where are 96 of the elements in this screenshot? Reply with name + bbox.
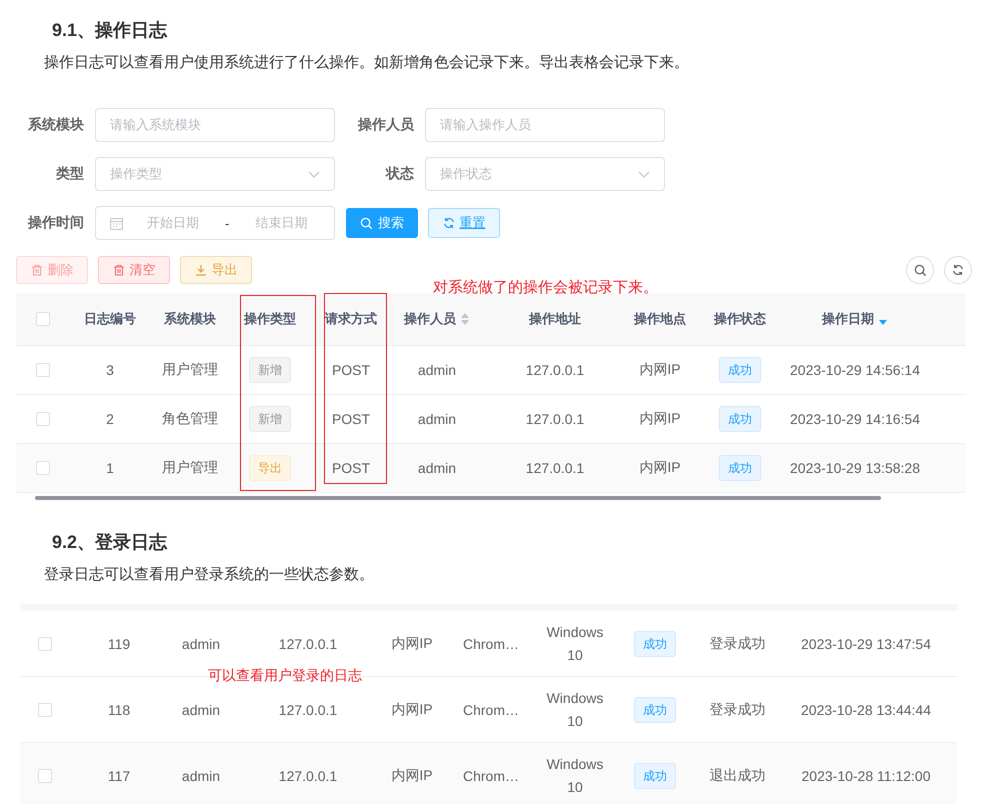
row-checkbox[interactable] bbox=[38, 768, 52, 782]
table-cell: 118 bbox=[108, 702, 130, 718]
status-tag: 成功 bbox=[719, 357, 761, 383]
table-cell: 2023-10-29 14:16:54 bbox=[790, 411, 920, 427]
table-cell: admin bbox=[418, 460, 456, 476]
type-tag: 导出 bbox=[249, 455, 291, 481]
column-header[interactable]: 操作地点 bbox=[628, 310, 692, 328]
table-cell: POST bbox=[332, 460, 370, 476]
search-button[interactable] bbox=[906, 256, 934, 284]
table-cell: 2023-10-28 13:44:44 bbox=[801, 702, 931, 718]
trash-icon bbox=[112, 264, 124, 276]
table-cell-text: Windows 10 bbox=[546, 688, 604, 730]
search-icon bbox=[360, 216, 373, 230]
column-header[interactable]: 请求方式 bbox=[310, 310, 392, 328]
table-cell: 127.0.0.1 bbox=[526, 362, 584, 378]
trash-icon bbox=[30, 264, 42, 276]
select-all-checkbox[interactable] bbox=[36, 312, 50, 326]
download-icon bbox=[194, 264, 206, 276]
table-cell-text: Windows 10 bbox=[546, 754, 604, 796]
table-cell: admin bbox=[182, 768, 220, 784]
column-header[interactable]: 操作日期 bbox=[788, 310, 922, 328]
table-cell: 127.0.0.1 bbox=[278, 702, 338, 718]
table-cell: 119 bbox=[108, 636, 130, 652]
column-header[interactable]: 操作地址 bbox=[482, 310, 628, 328]
table-cell: 角色管理 bbox=[162, 410, 218, 428]
column-header[interactable]: 系统模块 bbox=[150, 310, 230, 328]
row-checkbox[interactable] bbox=[36, 412, 50, 426]
status-tag: 成功 bbox=[719, 406, 761, 432]
table-cell: Chrom… bbox=[462, 702, 519, 718]
refresh-icon bbox=[442, 217, 454, 229]
column-header[interactable]: 操作类型 bbox=[230, 310, 310, 328]
annotation-text: 可以查看用户登录的日志 bbox=[208, 667, 362, 685]
table-cell: 2 bbox=[106, 411, 114, 427]
section-heading: 9.2、登录日志 bbox=[51, 531, 168, 554]
table-cell: 2023-10-29 13:47:54 bbox=[801, 636, 931, 652]
type-tag: 新增 bbox=[249, 406, 291, 432]
type-tag: 新增 bbox=[249, 357, 291, 383]
table-cell: 2023-10-28 11:12:00 bbox=[802, 768, 930, 784]
table-cell: 内网IP bbox=[639, 410, 681, 428]
table-cell: 内网IP bbox=[391, 700, 433, 718]
table-cell: 登录成功 bbox=[710, 634, 766, 652]
row-checkbox[interactable] bbox=[36, 363, 50, 377]
table-cell: 3 bbox=[106, 362, 114, 378]
refresh-icon bbox=[952, 264, 964, 276]
table-cell: 用户管理 bbox=[162, 361, 218, 379]
table-cell: 127.0.0.1 bbox=[526, 460, 584, 476]
field-label: 操作人员 bbox=[356, 116, 414, 134]
status-tag: 成功 bbox=[634, 762, 676, 788]
table-cell-text: Windows 10 bbox=[546, 622, 604, 664]
table-cell: 1 bbox=[106, 460, 114, 476]
table-cell: 内网IP bbox=[639, 459, 681, 477]
table-cell: Chrom… bbox=[462, 768, 519, 784]
calendar-icon bbox=[110, 216, 123, 230]
table-cell: 用户管理 bbox=[162, 459, 218, 477]
status-tag: 成功 bbox=[634, 696, 676, 722]
row-checkbox[interactable] bbox=[36, 461, 50, 475]
section-heading: 9.1、操作日志 bbox=[51, 19, 168, 42]
field-label: 操作时间 bbox=[26, 214, 84, 232]
table-cell: POST bbox=[332, 411, 370, 427]
annotation-text: 对系统做了的操作会被记录下来。 bbox=[433, 278, 658, 297]
row-checkbox[interactable] bbox=[38, 636, 52, 650]
table-cell: 117 bbox=[108, 768, 130, 784]
status-tag: 成功 bbox=[634, 630, 676, 656]
table-cell: 内网IP bbox=[639, 361, 681, 379]
column-header[interactable]: 日志编号 bbox=[70, 310, 150, 328]
table-cell: admin bbox=[182, 636, 220, 652]
section-intro: 操作日志可以查看用户使用系统进行了什么操作。如新增角色会记录下来。导出表格会记录下来。 bbox=[44, 53, 690, 73]
table-cell: 127.0.0.1 bbox=[278, 636, 338, 652]
table-cell: Chrom… bbox=[462, 636, 519, 652]
table-cell: admin bbox=[182, 702, 220, 718]
status-tag: 成功 bbox=[719, 455, 761, 481]
field-label: 系统模块 bbox=[27, 116, 84, 134]
sort-icon[interactable] bbox=[460, 312, 470, 326]
column-header[interactable]: 操作人员 bbox=[392, 310, 482, 328]
table-cell: 2023-10-29 13:58:28 bbox=[790, 460, 920, 476]
table-cell: 内网IP bbox=[391, 766, 433, 784]
date-range-field[interactable]: 开始日期 - 结束日期 bbox=[95, 206, 335, 240]
field-label: 状态 bbox=[384, 165, 414, 183]
refresh-button[interactable] bbox=[944, 256, 972, 284]
table-cell: POST bbox=[332, 362, 370, 378]
chevron-down-icon bbox=[638, 170, 650, 178]
section-intro: 登录日志可以查看用户登录系统的一些状态参数。 bbox=[44, 565, 375, 585]
search-icon bbox=[914, 264, 926, 276]
table-cell: admin bbox=[418, 362, 456, 378]
column-header[interactable]: 操作状态 bbox=[692, 310, 788, 328]
table-cell: 退出成功 bbox=[710, 766, 766, 784]
table-cell: 127.0.0.1 bbox=[526, 411, 584, 427]
table-cell: admin bbox=[418, 411, 456, 427]
chevron-down-icon bbox=[308, 170, 320, 178]
scrollbar[interactable] bbox=[35, 496, 881, 500]
table-cell: 2023-10-29 14:56:14 bbox=[790, 362, 920, 378]
table-cell: 登录成功 bbox=[710, 700, 766, 718]
field-label: 类型 bbox=[55, 165, 84, 183]
row-checkbox[interactable] bbox=[38, 702, 52, 716]
table-cell: 127.0.0.1 bbox=[278, 768, 338, 784]
table-cell: 内网IP bbox=[391, 634, 433, 652]
